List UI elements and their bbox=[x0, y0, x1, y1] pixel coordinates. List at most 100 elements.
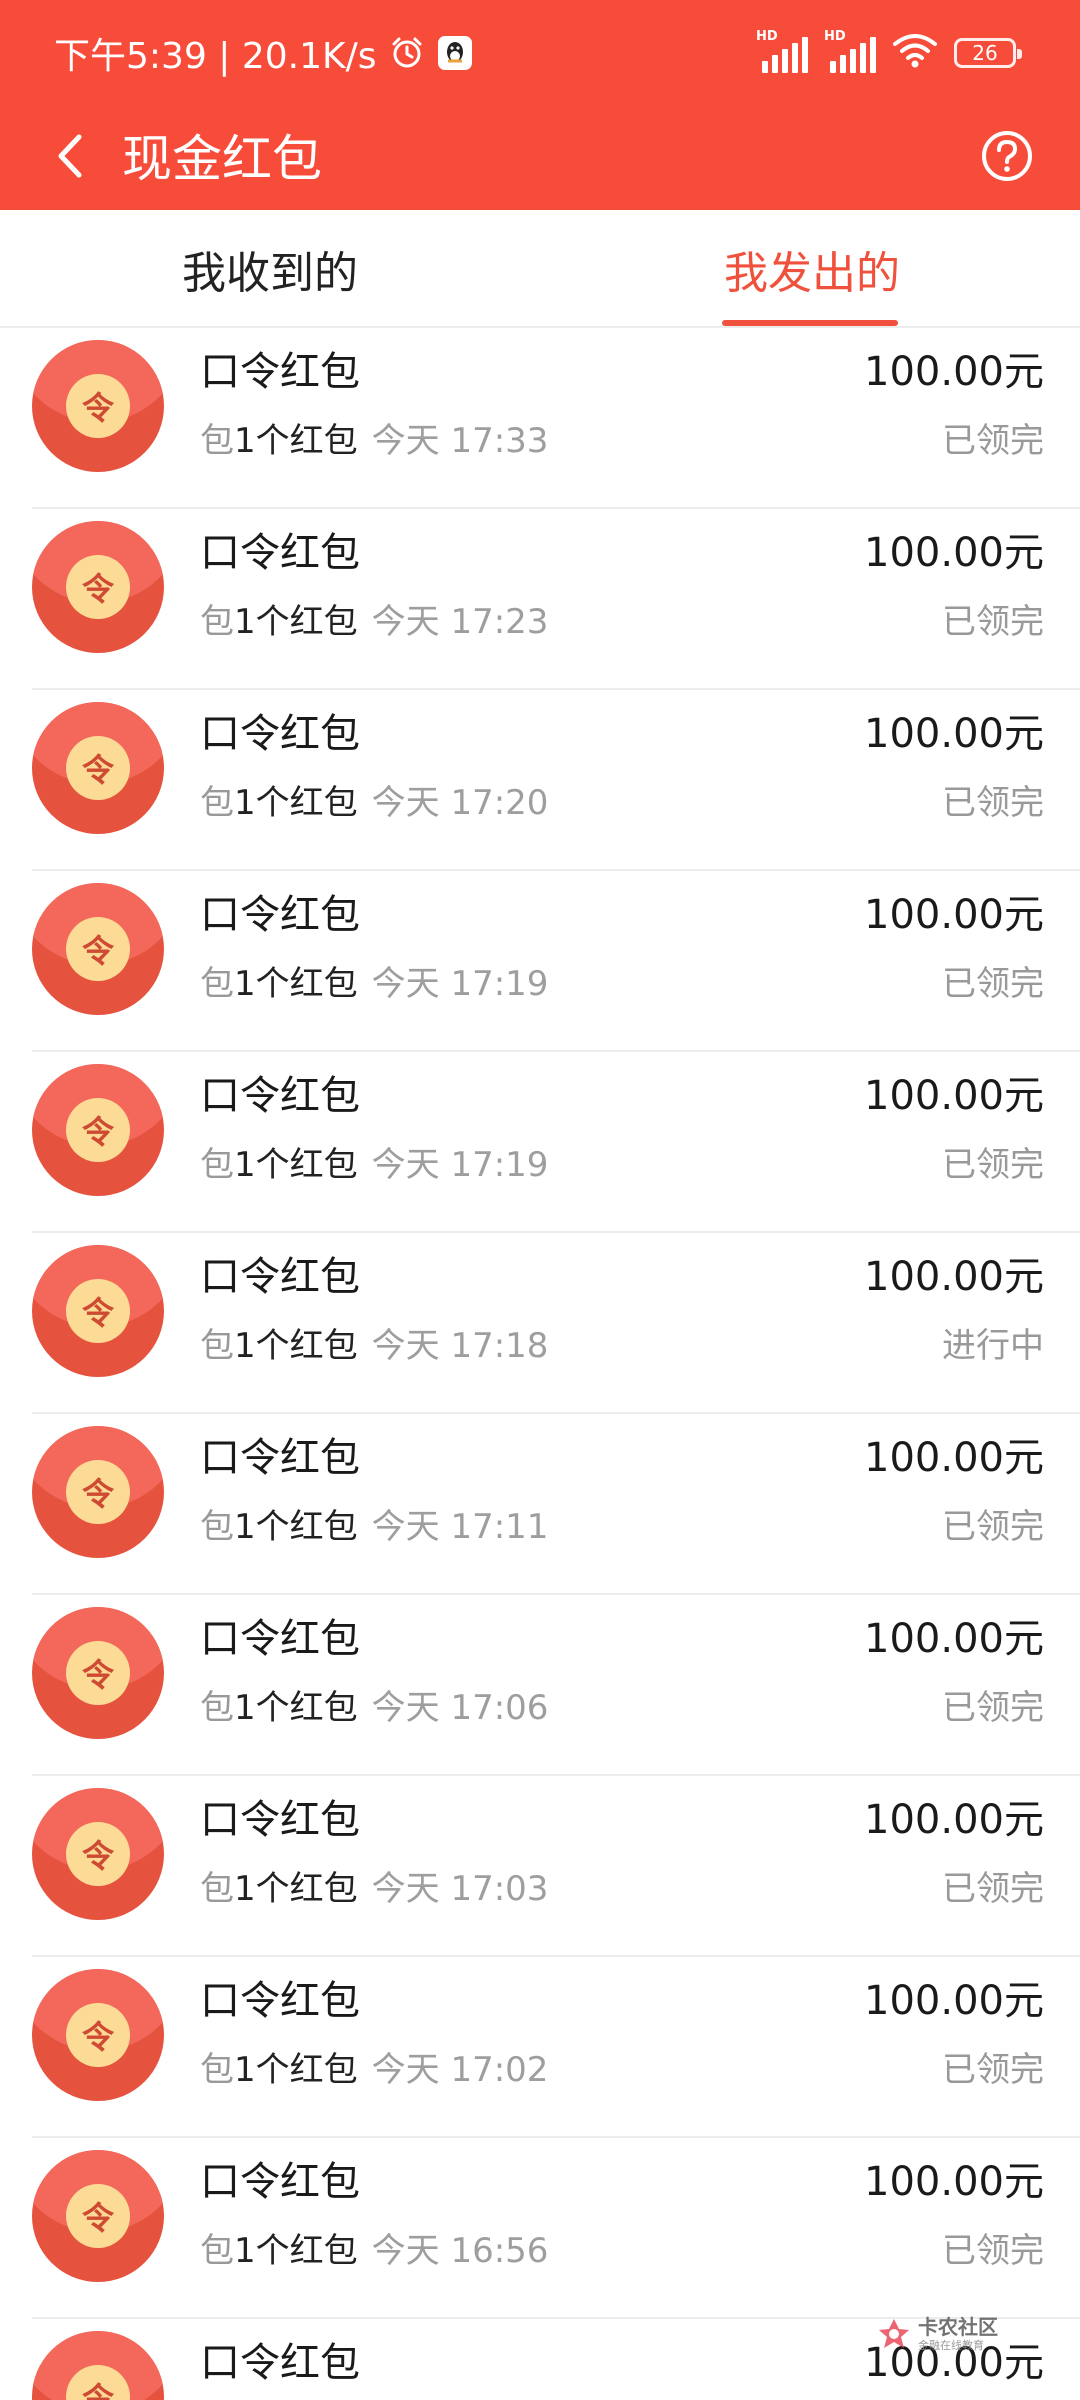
envelope-seal: 令 bbox=[66, 1098, 130, 1162]
red-envelope-icon: 令 bbox=[32, 1064, 164, 1196]
item-pack-prefix: 包 bbox=[200, 1145, 234, 1185]
item-status: 已领完 bbox=[942, 421, 1044, 461]
item-subtitle: 包1个红包 今天 17:02 bbox=[200, 2047, 548, 2093]
red-envelope-icon: 令 bbox=[32, 1969, 164, 2101]
envelope-seal: 令 bbox=[66, 1641, 130, 1705]
envelope-seal: 令 bbox=[66, 917, 130, 981]
list-item[interactable]: 令 口令红包 包1个红包 今天 17:06 100.00元 已领完 bbox=[0, 1595, 1080, 1776]
wifi-icon bbox=[892, 32, 938, 74]
item-title: 口令红包 bbox=[200, 2159, 360, 2205]
item-status: 进行中 bbox=[942, 1326, 1044, 1366]
watermark-logo-icon bbox=[876, 2316, 912, 2352]
item-time: 今天 17:19 bbox=[371, 1145, 549, 1185]
tab-received[interactable]: 我收到的 bbox=[170, 210, 370, 328]
qq-icon bbox=[437, 35, 473, 71]
list-item[interactable]: 令 口令红包 包1个红包 今天 17:19 100.00元 已领完 bbox=[0, 871, 1080, 1052]
item-subtitle: 包1个红包 今天 17:03 bbox=[200, 1866, 548, 1912]
envelope-seal: 令 bbox=[66, 1460, 130, 1524]
item-status: 已领完 bbox=[942, 2231, 1044, 2271]
help-button[interactable] bbox=[970, 121, 1044, 195]
item-pack-prefix: 包 bbox=[200, 964, 234, 1004]
item-status: 已领完 bbox=[942, 1869, 1044, 1909]
red-envelope-icon: 令 bbox=[32, 702, 164, 834]
item-subtitle: 包1个红包 今天 17:33 bbox=[200, 418, 548, 464]
list-item[interactable]: 令 口令红包 包1个红包 今天 17:18 100.00元 进行中 bbox=[0, 1233, 1080, 1414]
help-icon bbox=[980, 129, 1034, 187]
red-envelope-icon: 令 bbox=[32, 521, 164, 653]
active-tab-indicator bbox=[722, 320, 898, 326]
status-right: HD HD 26 bbox=[756, 29, 1022, 76]
item-amount: 100.00元 bbox=[864, 530, 1044, 576]
tab-sent[interactable]: 我发出的 bbox=[712, 210, 912, 328]
item-pack-prefix: 包 bbox=[200, 421, 234, 461]
item-amount: 100.00元 bbox=[864, 1435, 1044, 1481]
item-title: 口令红包 bbox=[200, 711, 360, 757]
item-pack-prefix: 包 bbox=[200, 2050, 234, 2090]
status-time-speed: 下午5:39 | 20.1K/s bbox=[54, 36, 377, 77]
item-time: 今天 16:56 bbox=[371, 2231, 549, 2271]
item-pack-prefix: 包 bbox=[200, 783, 234, 823]
item-title: 口令红包 bbox=[200, 1797, 360, 1843]
item-time: 今天 17:19 bbox=[371, 964, 549, 1004]
item-subtitle: 包1个红包 今天 17:19 bbox=[200, 1142, 548, 1188]
item-title: 口令红包 bbox=[200, 1254, 360, 1300]
item-amount: 100.00元 bbox=[864, 1797, 1044, 1843]
item-pack-prefix: 包 bbox=[200, 2231, 234, 2271]
item-pack-prefix: 包 bbox=[200, 1688, 234, 1728]
list-item[interactable]: 令 口令红包 包1个红包 今天 16:56 100.00元 已领完 bbox=[0, 2138, 1080, 2319]
red-envelope-icon: 令 bbox=[32, 883, 164, 1015]
envelope-seal: 令 bbox=[66, 736, 130, 800]
item-amount: 100.00元 bbox=[864, 1616, 1044, 1662]
item-status: 已领完 bbox=[942, 1507, 1044, 1547]
battery-icon: 26 bbox=[954, 38, 1022, 68]
item-subtitle: 包1个红包 今天 17:11 bbox=[200, 1504, 548, 1550]
alarm-icon bbox=[389, 35, 425, 71]
watermark-text: 卡农社区 金融在线教育 bbox=[918, 2317, 998, 2351]
item-subtitle: 包1个红包 今天 17:19 bbox=[200, 961, 548, 1007]
list-item[interactable]: 令 口令红包 包1个红包 今天 17:23 100.00元 已领完 bbox=[0, 509, 1080, 690]
item-pack-count: 1个红包 bbox=[234, 783, 358, 823]
watermark-sub: 金融在线教育 bbox=[918, 2339, 984, 2352]
list-item[interactable]: 令 口令红包 包1个红包 今天 17:19 100.00元 已领完 bbox=[0, 1052, 1080, 1233]
item-title: 口令红包 bbox=[200, 1978, 360, 2024]
red-envelope-icon: 令 bbox=[32, 1426, 164, 1558]
item-status: 已领完 bbox=[942, 1688, 1044, 1728]
item-status: 已领完 bbox=[942, 2050, 1044, 2090]
red-envelope-icon: 令 bbox=[32, 1607, 164, 1739]
item-pack-prefix: 包 bbox=[200, 1326, 234, 1366]
envelope-seal: 令 bbox=[66, 555, 130, 619]
list-item[interactable]: 令 口令红包 包1个红包 今天 17:02 100.00元 已领完 bbox=[0, 1957, 1080, 2138]
item-status: 已领完 bbox=[942, 602, 1044, 642]
signal-icon: HD bbox=[824, 29, 876, 73]
item-pack-count: 1个红包 bbox=[234, 602, 358, 642]
item-pack-count: 1个红包 bbox=[234, 1869, 358, 1909]
item-title: 口令红包 bbox=[200, 1073, 360, 1119]
red-envelope-icon: 令 bbox=[32, 1788, 164, 1920]
item-subtitle: 包1个红包 今天 16:56 bbox=[200, 2228, 548, 2274]
list-item[interactable]: 令 口令红包 包1个红包 今天 17:03 100.00元 已领完 bbox=[0, 1776, 1080, 1957]
tab-bar: 我收到的 我发出的 bbox=[0, 210, 1080, 328]
list-item[interactable]: 令 口令红包 包1个红包 今天 17:11 100.00元 已领完 bbox=[0, 1414, 1080, 1595]
list-item[interactable]: 令 口令红包 包1个红包 今天 17:20 100.00元 已领完 bbox=[0, 690, 1080, 871]
item-title: 口令红包 bbox=[200, 1616, 360, 1662]
list-item[interactable]: 令 口令红包 包1个红包 今天 17:33 100.00元 已领完 bbox=[0, 328, 1080, 509]
red-envelope-icon: 令 bbox=[32, 1245, 164, 1377]
item-time: 今天 17:11 bbox=[371, 1507, 549, 1547]
back-button[interactable] bbox=[36, 123, 106, 193]
envelope-seal: 令 bbox=[66, 2003, 130, 2067]
status-left: 下午5:39 | 20.1K/s bbox=[54, 28, 473, 78]
red-envelope-icon: 令 bbox=[32, 340, 164, 472]
item-time: 今天 17:03 bbox=[371, 1869, 549, 1909]
item-title: 口令红包 bbox=[200, 1435, 360, 1481]
item-pack-count: 1个红包 bbox=[234, 2231, 358, 2271]
battery-level: 26 bbox=[972, 41, 998, 65]
item-pack-count: 1个红包 bbox=[234, 421, 358, 461]
item-subtitle: 包1个红包 今天 17:20 bbox=[200, 780, 548, 826]
item-title: 口令红包 bbox=[200, 2340, 360, 2386]
item-amount: 100.00元 bbox=[864, 711, 1044, 757]
watermark-main: 卡农社区 bbox=[918, 2315, 998, 2339]
item-subtitle: 包1个红包 今天 17:06 bbox=[200, 1685, 548, 1731]
item-pack-count: 1个红包 bbox=[234, 1145, 358, 1185]
item-status: 已领完 bbox=[942, 964, 1044, 1004]
item-status: 已领完 bbox=[942, 1145, 1044, 1185]
